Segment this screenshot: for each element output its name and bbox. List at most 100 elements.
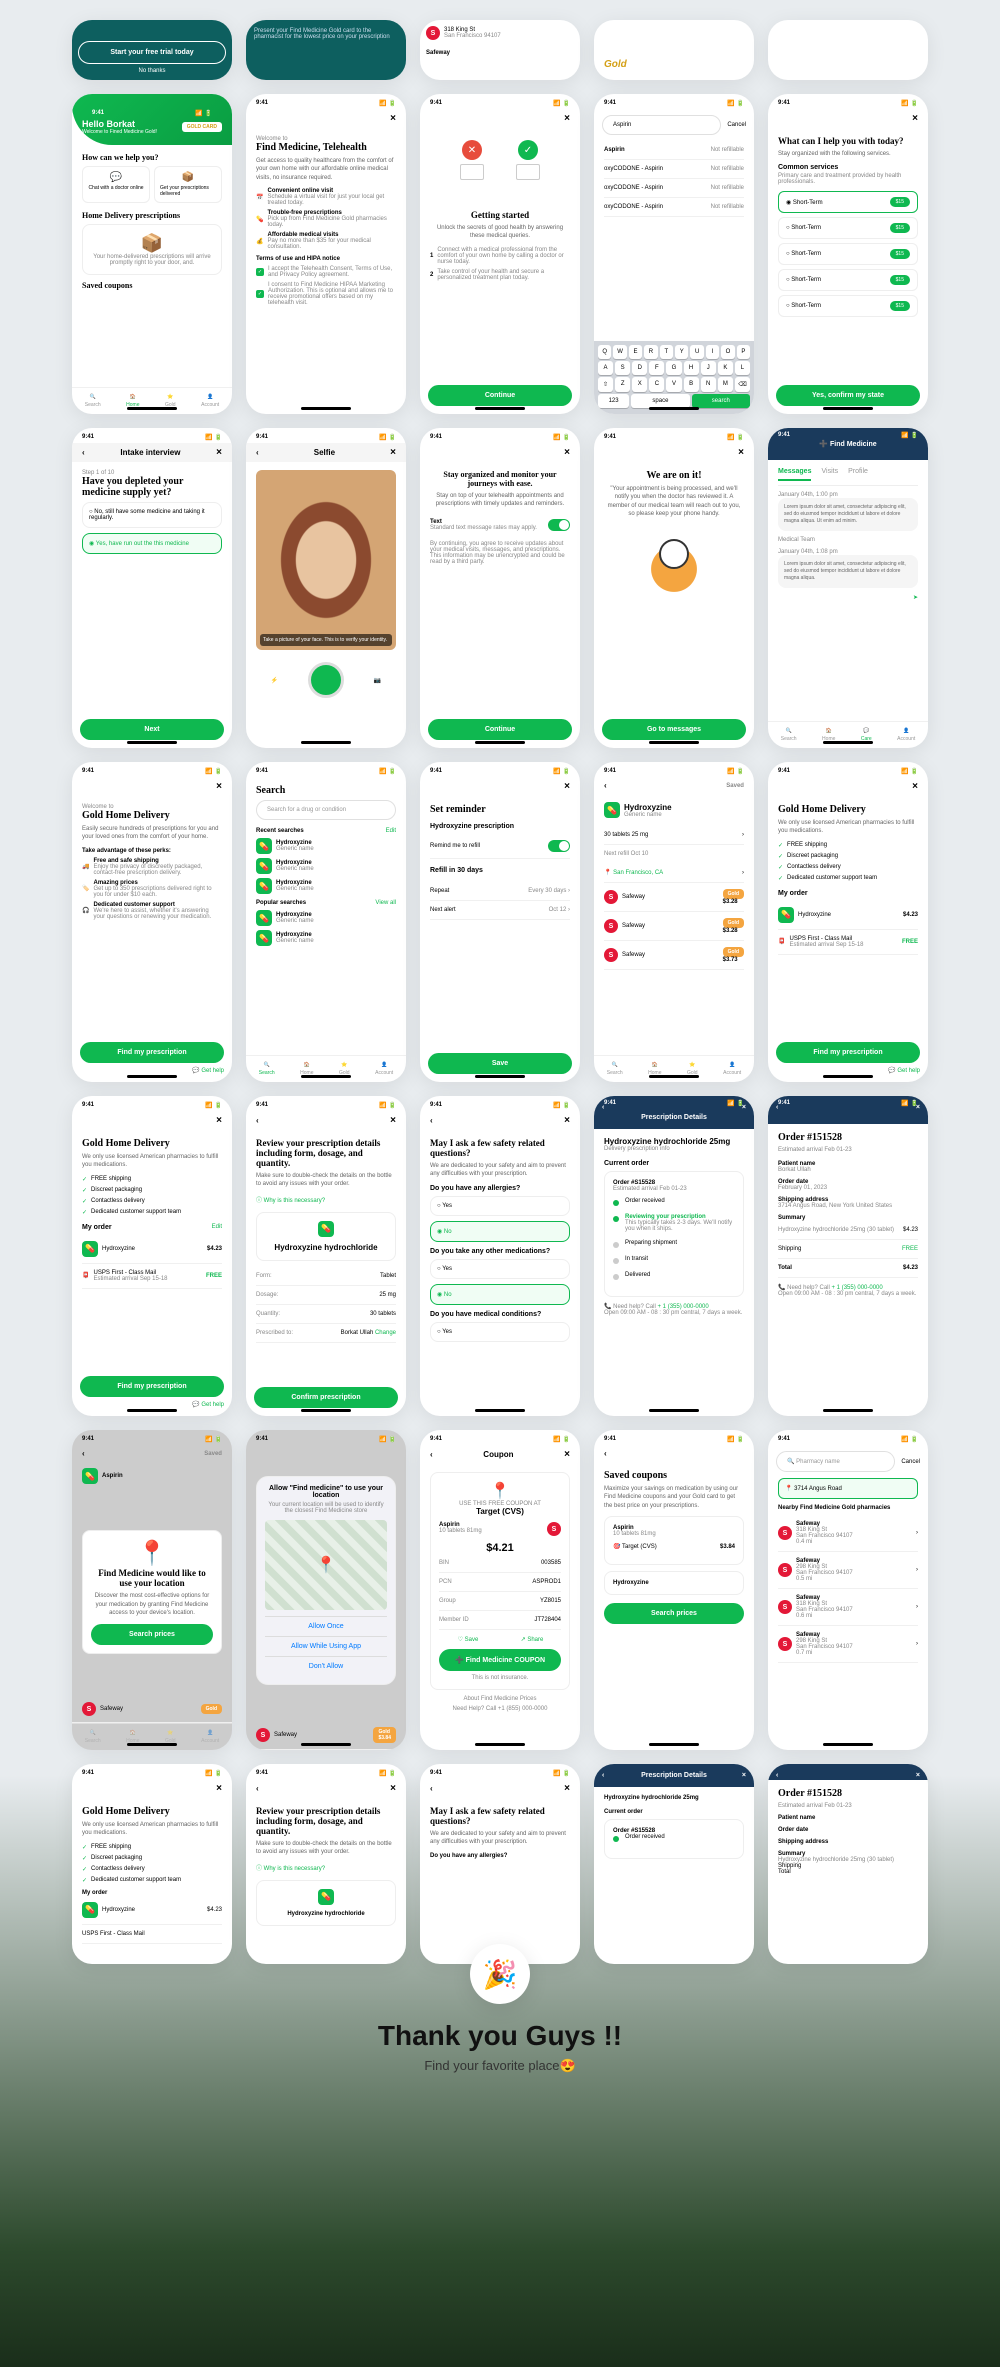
answer-option[interactable]: ○ No, still have some medicine and takin… xyxy=(82,502,222,528)
nav-search[interactable]: 🔍Search xyxy=(607,1062,623,1076)
close-icon[interactable]: × xyxy=(216,447,222,458)
back-icon[interactable]: ‹ xyxy=(604,1449,607,1458)
result-row[interactable]: oxyCODONE - AspirinNot refillable xyxy=(604,198,744,217)
close-icon[interactable]: × xyxy=(390,113,396,124)
result-row[interactable]: AspirinNot refillable xyxy=(604,141,744,160)
search-result[interactable]: 💊HydroxyzineGeneric name xyxy=(256,910,396,926)
continue-btn[interactable]: Continue xyxy=(428,719,572,740)
search-prices-btn[interactable]: Search prices xyxy=(604,1603,744,1624)
camera-flip-icon[interactable]: 📷 xyxy=(374,677,381,684)
back-icon[interactable]: ‹ xyxy=(602,1104,604,1111)
consent1-checkbox[interactable] xyxy=(256,268,264,276)
close-icon[interactable]: × xyxy=(216,1115,222,1126)
close-icon[interactable]: × xyxy=(564,781,570,792)
find-rx-btn[interactable]: Find my prescription xyxy=(776,1042,920,1063)
why-link[interactable]: ⓘ Why is this necessary? xyxy=(256,1195,396,1204)
save-btn[interactable]: ♡ Save xyxy=(439,1636,497,1643)
gold-badge[interactable]: GOLD CARD xyxy=(182,122,222,132)
close-icon[interactable]: × xyxy=(738,447,744,458)
search-input[interactable]: Search for a drug or condition xyxy=(256,800,396,820)
nav-home[interactable]: 🏠Home xyxy=(126,1730,139,1744)
continue-btn[interactable]: Continue xyxy=(428,385,572,406)
flash-icon[interactable]: ⚡ xyxy=(271,677,278,684)
change-link[interactable]: Change xyxy=(375,1330,396,1336)
service-row[interactable]: ○ Short-Term$15 xyxy=(778,217,918,239)
coupon-card[interactable]: Aspirin 10 tablets 81mg 🎯 Target (CVS)$3… xyxy=(604,1516,744,1565)
find-rx-btn[interactable]: Find my prescription xyxy=(80,1376,224,1397)
back-icon[interactable]: ‹ xyxy=(430,1450,433,1459)
yes-option[interactable]: ○ Yes xyxy=(430,1259,570,1279)
nav-account[interactable]: 👤Account xyxy=(897,728,915,742)
confirm-rx-btn[interactable]: Confirm prescription xyxy=(254,1387,398,1408)
setting-row[interactable]: Next alertOct 12 › xyxy=(430,901,570,920)
get-help-link[interactable]: 💬 Get help xyxy=(888,1068,920,1074)
search-result[interactable]: 💊HydroxyzineGeneric name xyxy=(256,838,396,854)
service-row[interactable]: ○ Short-Term$15 xyxy=(778,269,918,291)
nav-home[interactable]: 🏠Home xyxy=(822,728,835,742)
nav-gold[interactable]: ⭐Gold xyxy=(165,394,176,408)
find-rx-btn[interactable]: Find my prescription xyxy=(80,1042,224,1063)
close-icon[interactable]: × xyxy=(390,1115,396,1126)
nav-search[interactable]: 🔍Search xyxy=(85,1730,101,1744)
keyboard[interactable]: QWERTYUIOP ASDFGHJKL ⇧ZXCVBNM⌫ 123spaces… xyxy=(594,341,754,414)
allow-once-btn[interactable]: Allow Once xyxy=(265,1616,387,1636)
close-icon[interactable]: × xyxy=(912,113,918,124)
store-price-row[interactable]: SSafewayGold$3.28 xyxy=(604,912,744,941)
pharmacy-row[interactable]: SSafeway298 King StSan Francisco 941070.… xyxy=(778,1552,918,1589)
back-icon[interactable]: ‹ xyxy=(604,781,607,790)
qty-row[interactable]: 30 tablets 25 mg› xyxy=(604,826,744,845)
pharmacy-row[interactable]: SSafeway298 King StSan Francisco 941070.… xyxy=(778,1626,918,1663)
close-icon[interactable]: × xyxy=(564,1449,570,1460)
search-result[interactable]: 💊HydroxyzineGeneric name xyxy=(256,930,396,946)
messages-btn[interactable]: Go to messages xyxy=(602,719,746,740)
pharmacy-input[interactable]: 🔍 Pharmacy name xyxy=(776,1451,895,1472)
result-row[interactable]: oxyCODONE - AspirinNot refillable xyxy=(604,160,744,179)
tab-messages[interactable]: Messages xyxy=(778,468,811,481)
nav-home[interactable]: 🏠Home xyxy=(648,1062,661,1076)
nav-account[interactable]: 👤Account xyxy=(375,1062,393,1076)
location-row[interactable]: 📍 San Francisco, CA› xyxy=(604,863,744,883)
close-icon[interactable]: × xyxy=(216,781,222,792)
setting-row[interactable]: RepeatEvery 30 days › xyxy=(430,882,570,901)
yes-option[interactable]: ○ Yes xyxy=(430,1322,570,1342)
close-icon[interactable]: × xyxy=(916,1104,920,1111)
viewall-link[interactable]: View all xyxy=(375,900,396,906)
search-prices-btn[interactable]: Search prices xyxy=(91,1624,213,1645)
next-btn[interactable]: Next xyxy=(80,719,224,740)
service-row[interactable]: ○ Short-Term$15 xyxy=(778,295,918,317)
dont-allow-btn[interactable]: Don't Allow xyxy=(265,1656,387,1676)
chat-doctor-card[interactable]: 💬Chat with a doctor online xyxy=(82,166,150,203)
search-result[interactable]: 💊HydroxyzineGeneric name xyxy=(256,858,396,874)
answer-option-selected[interactable]: ◉ Yes, have run out the this medicine xyxy=(82,533,222,554)
tab-visits[interactable]: Visits xyxy=(821,468,838,481)
text-toggle[interactable] xyxy=(548,519,570,531)
close-icon[interactable]: × xyxy=(564,113,570,124)
get-help-link[interactable]: 💬 Get help xyxy=(192,1068,224,1074)
allow-using-btn[interactable]: Allow While Using App xyxy=(265,1636,387,1656)
cancel-link[interactable]: Cancel xyxy=(901,1459,920,1465)
back-icon[interactable]: ‹ xyxy=(256,1116,259,1125)
yes-option[interactable]: ○ Yes xyxy=(430,1196,570,1216)
tab-profile[interactable]: Profile xyxy=(848,468,868,481)
result-row[interactable]: oxyCODONE - AspirinNot refillable xyxy=(604,179,744,198)
nav-home[interactable]: 🏠Home xyxy=(126,394,139,408)
search-result[interactable]: 💊HydroxyzineGeneric name xyxy=(256,878,396,894)
search-input[interactable]: Aspirin xyxy=(602,115,721,135)
nav-gold[interactable]: ⭐Gold xyxy=(687,1062,698,1076)
pharmacy-row[interactable]: SSafeway318 King StSan Francisco 941070.… xyxy=(778,1515,918,1552)
edit-link[interactable]: Edit xyxy=(212,1224,222,1231)
nav-gold[interactable]: ⭐Gold xyxy=(339,1062,350,1076)
nav-care[interactable]: 💬Care xyxy=(861,728,872,742)
back-icon[interactable]: ‹ xyxy=(430,1116,433,1125)
shutter-btn[interactable] xyxy=(308,662,344,698)
consent2-checkbox[interactable] xyxy=(256,290,264,298)
share-btn[interactable]: ↗ Share xyxy=(503,1636,561,1643)
nav-gold[interactable]: ⭐Gold xyxy=(165,1730,176,1744)
edit-link[interactable]: Edit xyxy=(386,828,396,834)
nav-account[interactable]: 👤Account xyxy=(723,1062,741,1076)
service-row[interactable]: ○ Short-Term$15 xyxy=(778,243,918,265)
close-icon[interactable]: × xyxy=(390,447,396,458)
nav-search[interactable]: 🔍Search xyxy=(781,728,797,742)
delivery-card[interactable]: 📦Get your prescriptions delivered xyxy=(154,166,222,203)
back-icon[interactable]: ‹ xyxy=(776,1104,778,1111)
